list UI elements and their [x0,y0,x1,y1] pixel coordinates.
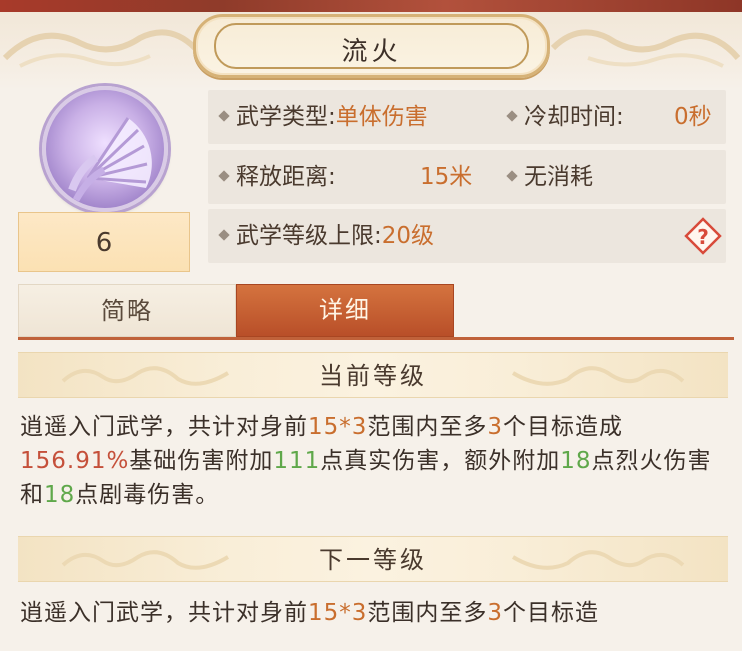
desc-text: 个目标造 [503,600,600,626]
diamond-bullet-icon [506,109,518,122]
cloud-ornament-icon [511,550,685,570]
tab-detail[interactable]: 详细 [236,284,454,337]
area-value: 15*3 [308,600,368,626]
skill-level-box: 6 [18,212,190,272]
target-count-value: 3 [487,600,504,626]
cloud-ornament-left-icon [2,29,198,68]
current-level-description: 逍遥入门武学，共计对身前15*3范围内至多3个目标造成 156.91%基础伤害附加… [20,410,724,512]
help-symbol: ? [697,225,709,249]
detail-tabs: 简略 详细 [18,284,734,340]
desc-text: 点真实伤害，额外附加 [320,448,561,474]
diamond-bullet-icon [218,109,230,122]
range-field: 释放距离: [218,150,336,204]
true-damage-value: 111 [273,448,321,474]
info-row-max-level: 武学等级上限:20级 ? [208,209,726,263]
cooldown-field: 冷却时间: [506,90,624,144]
desc-text: 基础伤害附加 [129,448,274,474]
question-diamond-icon: ? [684,217,722,255]
area-value: 15*3 [308,414,368,440]
desc-text: 逍遥入门武学，共计对身前 [20,414,308,440]
help-button[interactable]: ? [684,217,722,255]
current-level-heading: 当前等级 [319,362,427,390]
skill-title: 流火 [341,37,402,67]
desc-text: 范围内至多 [367,414,488,440]
header-red-border [0,0,742,12]
damage-percent-value: 156.91% [20,448,130,474]
current-level-banner: 当前等级 [18,352,728,398]
diamond-bullet-icon [218,228,230,241]
cloud-ornament-icon [61,366,230,386]
next-level-heading: 下一等级 [319,546,427,574]
info-row-range-cost: 释放距离: 15米 无消耗 [208,150,726,204]
header-banner: 流火 [0,0,742,90]
range-value: 15米 [420,164,473,190]
cost-field: 无消耗 [506,150,593,204]
info-row-type-cooldown: 武学类型:单体伤害 冷却时间: 0秒 [208,90,726,144]
cloud-ornament-icon [61,550,230,570]
max-level-field: 武学等级上限:20级 [218,209,435,263]
tab-brief[interactable]: 简略 [18,284,236,337]
skill-fan-icon [42,86,168,212]
next-level-clip: 逍遥入门武学，共计对身前15*3范围内至多3个目标造 [0,596,742,651]
cost-text: 无消耗 [524,164,593,190]
poison-damage-value: 18 [44,482,76,508]
skill-type-label: 武学类型: [236,104,336,130]
cloud-ornament-right-icon [550,29,741,68]
target-count-value: 3 [487,414,504,440]
fire-damage-value: 18 [560,448,592,474]
skill-type-field: 武学类型:单体伤害 [218,90,428,144]
skill-level-value: 6 [95,228,113,258]
desc-text: 个目标造成 [503,414,624,440]
next-level-banner: 下一等级 [18,536,728,582]
max-level-label: 武学等级上限: [236,223,382,249]
desc-text: 点剧毒伤害。 [75,482,220,508]
max-level-value: 20级 [381,223,435,249]
desc-text: 逍遥入门武学，共计对身前 [20,600,308,626]
next-level-description: 逍遥入门武学，共计对身前15*3范围内至多3个目标造 [20,596,724,630]
diamond-bullet-icon [218,169,230,182]
folding-fan-icon [68,117,152,202]
cloud-ornament-icon [511,366,685,386]
range-label: 释放距离: [236,164,336,190]
diamond-bullet-icon [506,169,518,182]
title-plaque: 流火 [193,14,550,78]
cooldown-value: 0秒 [674,104,712,130]
desc-text: 范围内至多 [367,600,488,626]
cooldown-label: 冷却时间: [524,104,624,130]
skill-type-value: 单体伤害 [335,104,428,130]
